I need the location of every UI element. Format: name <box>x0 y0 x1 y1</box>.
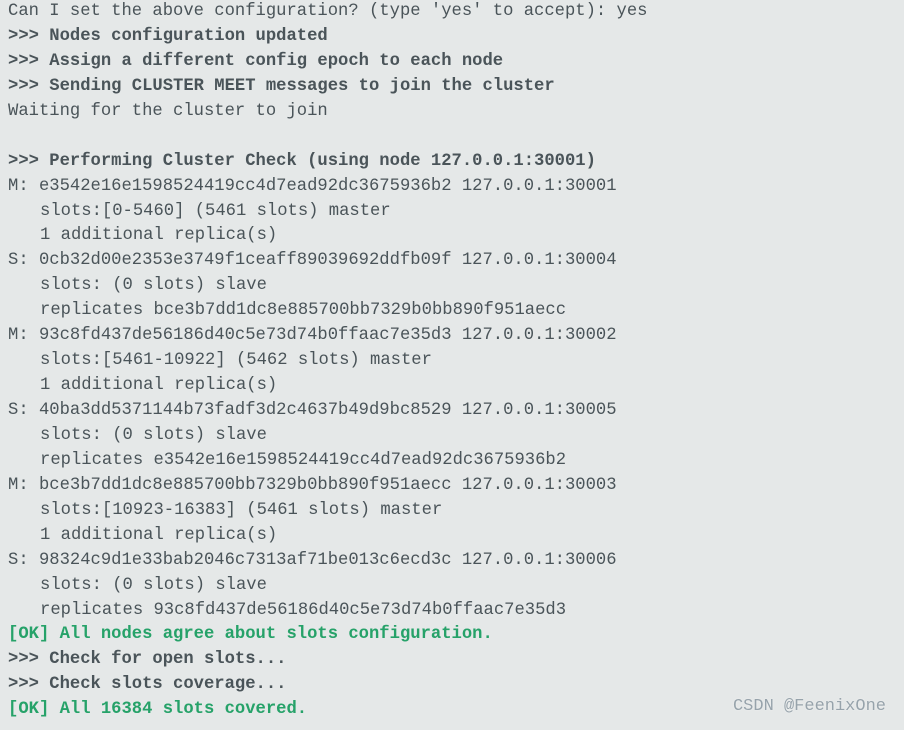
terminal-line-performing-check: >>> Performing Cluster Check (using node… <box>8 150 896 175</box>
terminal-line-sending-meet: >>> Sending CLUSTER MEET messages to joi… <box>8 75 896 100</box>
terminal-line-node-replicates: replicates 93c8fd437de56186d40c5e73d74b0… <box>8 599 896 624</box>
terminal-line-node-slots: slots: (0 slots) slave <box>8 574 896 599</box>
terminal-line-check-open: >>> Check for open slots... <box>8 648 896 673</box>
terminal-line-node: M: bce3b7dd1dc8e885700bb7329b0bb890f951a… <box>8 474 896 499</box>
terminal-line-node-replica: 1 additional replica(s) <box>8 374 896 399</box>
watermark-text: CSDN @FeenixOne <box>733 695 886 720</box>
terminal-line-node-slots: slots:[10923-16383] (5461 slots) master <box>8 499 896 524</box>
terminal-line-node: S: 40ba3dd5371144b73fadf3d2c4637b49d9bc8… <box>8 399 896 424</box>
terminal-line-blank <box>8 125 896 150</box>
terminal-line-node: M: 93c8fd437de56186d40c5e73d74b0ffaac7e3… <box>8 324 896 349</box>
terminal-line-node-replica: 1 additional replica(s) <box>8 524 896 549</box>
terminal-line-nodes-updated: >>> Nodes configuration updated <box>8 25 896 50</box>
terminal-line-node-slots: slots: (0 slots) slave <box>8 424 896 449</box>
terminal-line-waiting: Waiting for the cluster to join <box>8 100 896 125</box>
terminal-line-node-slots: slots:[0-5460] (5461 slots) master <box>8 200 896 225</box>
terminal-line-ok-slots: [OK] All nodes agree about slots configu… <box>8 623 896 648</box>
terminal-line-node: M: e3542e16e1598524419cc4d7ead92dc367593… <box>8 175 896 200</box>
prompt-question: Can I set the above configuration? (type… <box>8 2 617 21</box>
terminal-line-node-replicates: replicates e3542e16e1598524419cc4d7ead92… <box>8 449 896 474</box>
terminal-line-node: S: 0cb32d00e2353e3749f1ceaff89039692ddfb… <box>8 249 896 274</box>
prompt-answer: yes <box>617 2 648 21</box>
terminal-line-assign-epoch: >>> Assign a different config epoch to e… <box>8 50 896 75</box>
terminal-line-node-slots: slots:[5461-10922] (5462 slots) master <box>8 349 896 374</box>
terminal-line-node: S: 98324c9d1e33bab2046c7313af71be013c6ec… <box>8 549 896 574</box>
terminal-line-prompt: Can I set the above configuration? (type… <box>8 0 896 25</box>
terminal-line-node-slots: slots: (0 slots) slave <box>8 274 896 299</box>
terminal-line-node-replica: 1 additional replica(s) <box>8 224 896 249</box>
terminal-line-node-replicates: replicates bce3b7dd1dc8e885700bb7329b0bb… <box>8 299 896 324</box>
